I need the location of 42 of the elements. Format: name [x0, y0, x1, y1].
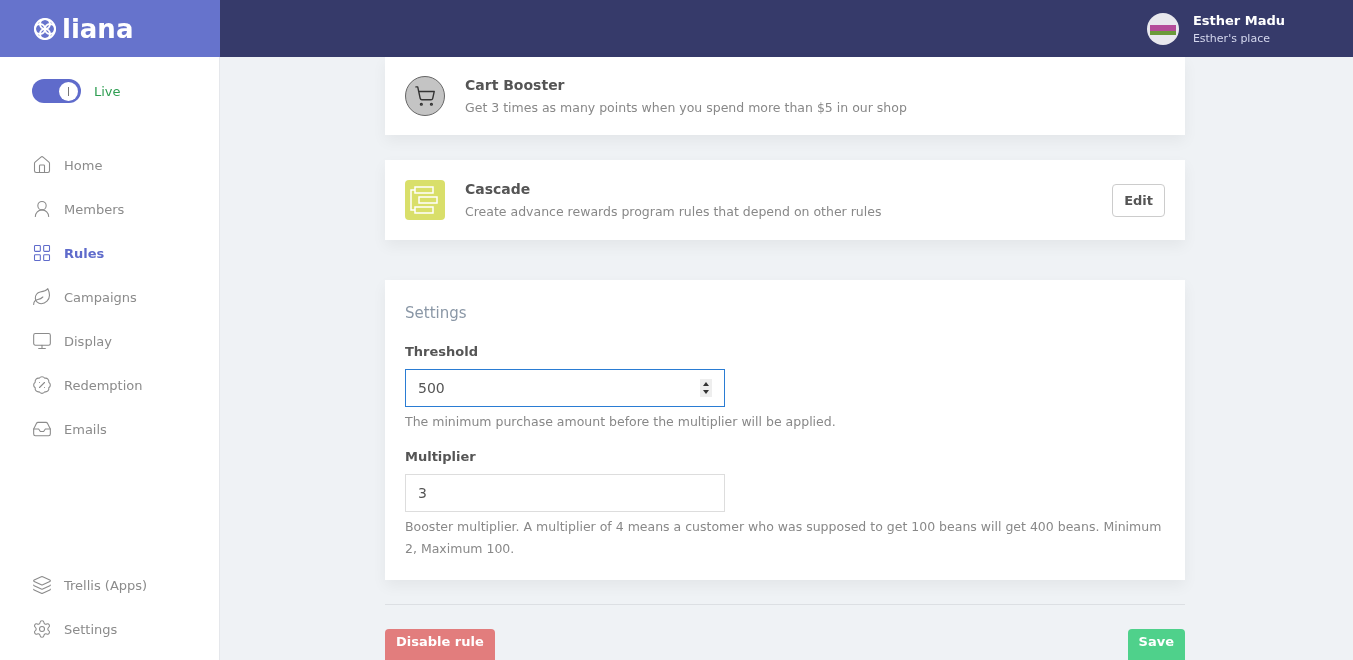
- brand-name: liana: [62, 13, 134, 44]
- layers-icon: [32, 575, 52, 595]
- settings-icon: [32, 619, 52, 639]
- nav-item[interactable]: Settings: [32, 607, 219, 651]
- user-icon: [32, 199, 52, 219]
- rule-title: Cart Booster: [465, 77, 566, 93]
- nav-item[interactable]: Display: [32, 319, 219, 363]
- nav-item[interactable]: Home: [32, 143, 219, 187]
- percent-badge-icon: [32, 375, 52, 395]
- nav-item[interactable]: Redemption: [32, 363, 219, 407]
- number-field[interactable]: 500: [405, 369, 725, 407]
- field-help: Booster multiplier. A multiplier of 4 means a customer who was supposed to get 100 beans will get 400 beans. Minimum 2, Maximum 100.: [405, 518, 1163, 558]
- cart-icon: [405, 76, 445, 116]
- disable-rule-button[interactable]: Disable rule: [385, 629, 495, 660]
- nav-item[interactable]: Rules: [32, 231, 219, 275]
- home-icon: [32, 155, 52, 175]
- monitor-icon: [32, 331, 52, 351]
- logo-icon: [32, 15, 58, 42]
- field-label: Multiplier: [405, 449, 477, 464]
- nav-item[interactable]: Trellis (Apps): [32, 563, 219, 607]
- field-help: The minimum purchase amount before the multiplier will be applied.: [405, 413, 837, 431]
- stacked-blocks-icon: [405, 180, 445, 220]
- edit-button[interactable]: Edit: [1112, 183, 1165, 217]
- panel-title: Settings: [405, 304, 468, 322]
- nav-item[interactable]: Members: [32, 187, 219, 231]
- save-button[interactable]: Save: [1127, 629, 1185, 660]
- spinner-icon[interactable]: [700, 379, 712, 397]
- rule-description: Create advance rewards program rules that depend on other rules: [465, 204, 882, 219]
- nav-item[interactable]: Emails: [32, 407, 219, 451]
- user-place: Esther's place: [1192, 31, 1271, 45]
- live-toggle[interactable]: [32, 79, 81, 103]
- leaf-icon: [32, 287, 52, 307]
- field-label: Threshold: [405, 344, 480, 359]
- inbox-icon: [32, 419, 52, 439]
- user-name: Esther Madu: [1192, 12, 1285, 28]
- rule-description: Get 3 times as many points when you spend more than $5 in our shop: [465, 100, 907, 115]
- number-field[interactable]: 3: [405, 474, 725, 512]
- live-label: Live: [94, 83, 121, 99]
- grid-icon: [32, 243, 52, 263]
- rule-title: Cascade: [465, 181, 532, 197]
- avatar[interactable]: [1146, 12, 1179, 45]
- nav-item[interactable]: Campaigns: [32, 275, 219, 319]
